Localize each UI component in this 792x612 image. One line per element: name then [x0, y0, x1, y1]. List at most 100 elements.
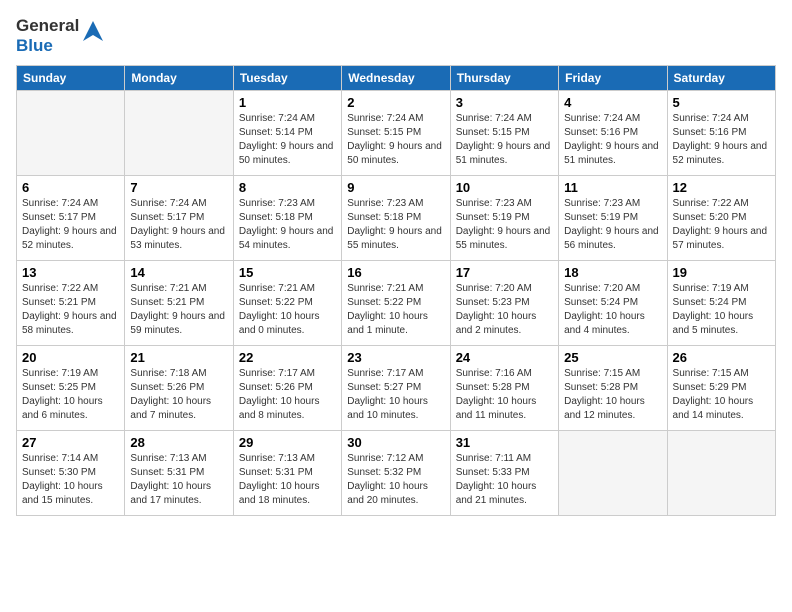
day-cell: 5 Sunrise: 7:24 AM Sunset: 5:16 PM Daylig…: [667, 90, 775, 175]
day-cell: [667, 430, 775, 515]
day-number: 10: [456, 180, 553, 195]
day-cell: 8 Sunrise: 7:23 AM Sunset: 5:18 PM Daylig…: [233, 175, 341, 260]
day-cell: 27Sunrise: 7:14 AM Sunset: 5:30 PM Dayli…: [17, 430, 125, 515]
day-info: Sunrise: 7:24 AM Sunset: 5:17 PM Dayligh…: [22, 197, 119, 253]
day-cell: 28 Sunrise: 7:13 AM Sunset: 5:31 PM Dayli…: [125, 430, 233, 515]
day-info: Sunrise: 7:16 AM Sunset: 5:28 PM Dayligh…: [456, 367, 553, 423]
calendar-header-row: SundayMondayTuesdayWednesdayThursdayFrid…: [17, 65, 776, 90]
day-number: 16: [347, 265, 444, 280]
day-number: 2: [347, 95, 444, 110]
day-info: Sunrise: 7:23 AM Sunset: 5:18 PM Dayligh…: [347, 197, 444, 253]
day-info: Sunrise: 7:22 AM Sunset: 5:20 PM Dayligh…: [673, 197, 770, 253]
day-number: 19: [673, 265, 770, 280]
week-row-4: 20Sunrise: 7:19 AM Sunset: 5:25 PM Dayli…: [17, 345, 776, 430]
week-row-3: 13 Sunrise: 7:22 AM Sunset: 5:21 PM Dayli…: [17, 260, 776, 345]
day-info: Sunrise: 7:20 AM Sunset: 5:24 PM Dayligh…: [564, 282, 661, 338]
day-number: 25: [564, 350, 661, 365]
day-number: 9: [347, 180, 444, 195]
day-cell: 30 Sunrise: 7:12 AM Sunset: 5:32 PM Dayli…: [342, 430, 450, 515]
day-number: 5: [673, 95, 770, 110]
day-number: 1: [239, 95, 336, 110]
header-wednesday: Wednesday: [342, 65, 450, 90]
day-number: 18: [564, 265, 661, 280]
day-cell: 21 Sunrise: 7:18 AM Sunset: 5:26 PM Dayli…: [125, 345, 233, 430]
day-cell: 1Sunrise: 7:24 AM Sunset: 5:14 PM Daylig…: [233, 90, 341, 175]
day-cell: 15 Sunrise: 7:21 AM Sunset: 5:22 PM Dayli…: [233, 260, 341, 345]
day-number: 28: [130, 435, 227, 450]
page-header: General Blue: [16, 16, 776, 57]
logo-bird-icon: [83, 21, 103, 41]
day-number: 8: [239, 180, 336, 195]
day-cell: 10 Sunrise: 7:23 AM Sunset: 5:19 PM Dayli…: [450, 175, 558, 260]
day-info: Sunrise: 7:15 AM Sunset: 5:28 PM Dayligh…: [564, 367, 661, 423]
day-info: Sunrise: 7:24 AM Sunset: 5:16 PM Dayligh…: [673, 112, 770, 168]
logo-line1: General: [16, 16, 79, 36]
day-cell: 3Sunrise: 7:24 AM Sunset: 5:15 PM Daylig…: [450, 90, 558, 175]
day-info: Sunrise: 7:14 AM Sunset: 5:30 PM Dayligh…: [22, 452, 119, 508]
day-cell: 20Sunrise: 7:19 AM Sunset: 5:25 PM Dayli…: [17, 345, 125, 430]
day-number: 3: [456, 95, 553, 110]
day-info: Sunrise: 7:21 AM Sunset: 5:22 PM Dayligh…: [347, 282, 444, 338]
day-cell: [559, 430, 667, 515]
day-info: Sunrise: 7:15 AM Sunset: 5:29 PM Dayligh…: [673, 367, 770, 423]
day-cell: 17 Sunrise: 7:20 AM Sunset: 5:23 PM Dayli…: [450, 260, 558, 345]
calendar-table: SundayMondayTuesdayWednesdayThursdayFrid…: [16, 65, 776, 516]
day-number: 29: [239, 435, 336, 450]
day-number: 26: [673, 350, 770, 365]
day-cell: 4 Sunrise: 7:24 AM Sunset: 5:16 PM Daylig…: [559, 90, 667, 175]
logo: General Blue: [16, 16, 103, 57]
day-cell: 26 Sunrise: 7:15 AM Sunset: 5:29 PM Dayli…: [667, 345, 775, 430]
day-number: 13: [22, 265, 119, 280]
day-cell: 9 Sunrise: 7:23 AM Sunset: 5:18 PM Daylig…: [342, 175, 450, 260]
day-number: 4: [564, 95, 661, 110]
day-number: 21: [130, 350, 227, 365]
day-cell: 22 Sunrise: 7:17 AM Sunset: 5:26 PM Dayli…: [233, 345, 341, 430]
day-number: 7: [130, 180, 227, 195]
day-cell: 18 Sunrise: 7:20 AM Sunset: 5:24 PM Dayli…: [559, 260, 667, 345]
day-number: 12: [673, 180, 770, 195]
day-info: Sunrise: 7:19 AM Sunset: 5:24 PM Dayligh…: [673, 282, 770, 338]
header-monday: Monday: [125, 65, 233, 90]
day-info: Sunrise: 7:19 AM Sunset: 5:25 PM Dayligh…: [22, 367, 119, 423]
header-thursday: Thursday: [450, 65, 558, 90]
week-row-5: 27Sunrise: 7:14 AM Sunset: 5:30 PM Dayli…: [17, 430, 776, 515]
day-info: Sunrise: 7:24 AM Sunset: 5:17 PM Dayligh…: [130, 197, 227, 253]
day-cell: 31 Sunrise: 7:11 AM Sunset: 5:33 PM Dayli…: [450, 430, 558, 515]
day-info: Sunrise: 7:11 AM Sunset: 5:33 PM Dayligh…: [456, 452, 553, 508]
day-cell: 13 Sunrise: 7:22 AM Sunset: 5:21 PM Dayli…: [17, 260, 125, 345]
day-cell: 23Sunrise: 7:17 AM Sunset: 5:27 PM Dayli…: [342, 345, 450, 430]
day-cell: 2 Sunrise: 7:24 AM Sunset: 5:15 PM Daylig…: [342, 90, 450, 175]
day-number: 31: [456, 435, 553, 450]
day-number: 24: [456, 350, 553, 365]
day-cell: 19 Sunrise: 7:19 AM Sunset: 5:24 PM Dayli…: [667, 260, 775, 345]
day-info: Sunrise: 7:17 AM Sunset: 5:26 PM Dayligh…: [239, 367, 336, 423]
header-tuesday: Tuesday: [233, 65, 341, 90]
day-info: Sunrise: 7:17 AM Sunset: 5:27 PM Dayligh…: [347, 367, 444, 423]
day-cell: [125, 90, 233, 175]
day-cell: 16 Sunrise: 7:21 AM Sunset: 5:22 PM Dayli…: [342, 260, 450, 345]
day-cell: 7 Sunrise: 7:24 AM Sunset: 5:17 PM Daylig…: [125, 175, 233, 260]
day-info: Sunrise: 7:23 AM Sunset: 5:18 PM Dayligh…: [239, 197, 336, 253]
day-info: Sunrise: 7:18 AM Sunset: 5:26 PM Dayligh…: [130, 367, 227, 423]
day-number: 22: [239, 350, 336, 365]
day-cell: [17, 90, 125, 175]
day-cell: 11Sunrise: 7:23 AM Sunset: 5:19 PM Dayli…: [559, 175, 667, 260]
header-friday: Friday: [559, 65, 667, 90]
logo-line2: Blue: [16, 36, 79, 56]
day-number: 6: [22, 180, 119, 195]
day-info: Sunrise: 7:24 AM Sunset: 5:15 PM Dayligh…: [347, 112, 444, 168]
day-info: Sunrise: 7:21 AM Sunset: 5:22 PM Dayligh…: [239, 282, 336, 338]
day-info: Sunrise: 7:22 AM Sunset: 5:21 PM Dayligh…: [22, 282, 119, 338]
day-number: 14: [130, 265, 227, 280]
day-info: Sunrise: 7:24 AM Sunset: 5:16 PM Dayligh…: [564, 112, 661, 168]
day-number: 15: [239, 265, 336, 280]
day-info: Sunrise: 7:23 AM Sunset: 5:19 PM Dayligh…: [456, 197, 553, 253]
day-cell: 12 Sunrise: 7:22 AM Sunset: 5:20 PM Dayli…: [667, 175, 775, 260]
day-info: Sunrise: 7:20 AM Sunset: 5:23 PM Dayligh…: [456, 282, 553, 338]
day-info: Sunrise: 7:23 AM Sunset: 5:19 PM Dayligh…: [564, 197, 661, 253]
day-cell: 6 Sunrise: 7:24 AM Sunset: 5:17 PM Daylig…: [17, 175, 125, 260]
day-number: 17: [456, 265, 553, 280]
day-info: Sunrise: 7:12 AM Sunset: 5:32 PM Dayligh…: [347, 452, 444, 508]
day-number: 30: [347, 435, 444, 450]
day-info: Sunrise: 7:13 AM Sunset: 5:31 PM Dayligh…: [130, 452, 227, 508]
